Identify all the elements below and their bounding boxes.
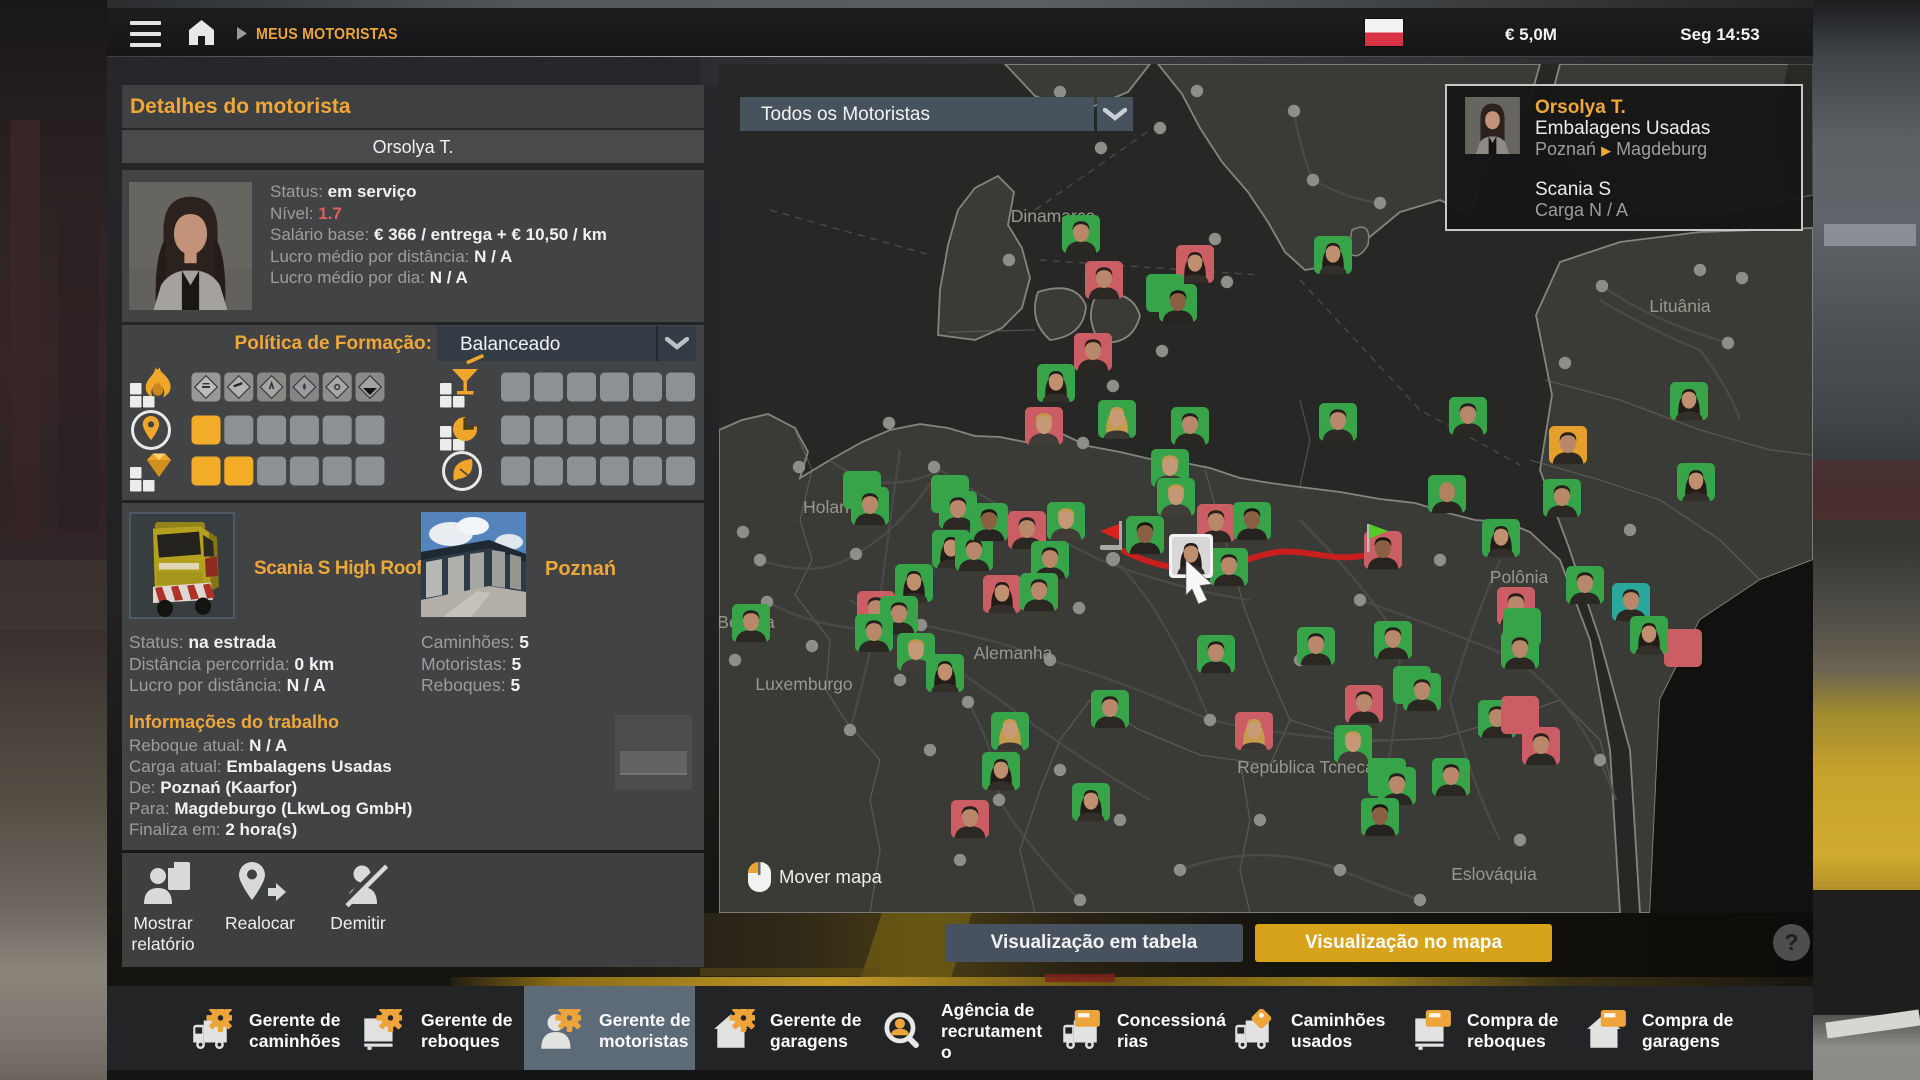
- svg-text:Alemanha: Alemanha: [974, 643, 1053, 663]
- svg-text:Luxemburgo: Luxemburgo: [755, 674, 852, 694]
- svg-text:Eslováquia: Eslováquia: [1451, 864, 1537, 884]
- svg-text:Lituânia: Lituânia: [1649, 296, 1711, 316]
- svg-text:Holan: Holan: [803, 497, 849, 517]
- svg-text:Polônia: Polônia: [1490, 567, 1549, 587]
- svg-text:Mover mapa: Mover mapa: [779, 866, 883, 887]
